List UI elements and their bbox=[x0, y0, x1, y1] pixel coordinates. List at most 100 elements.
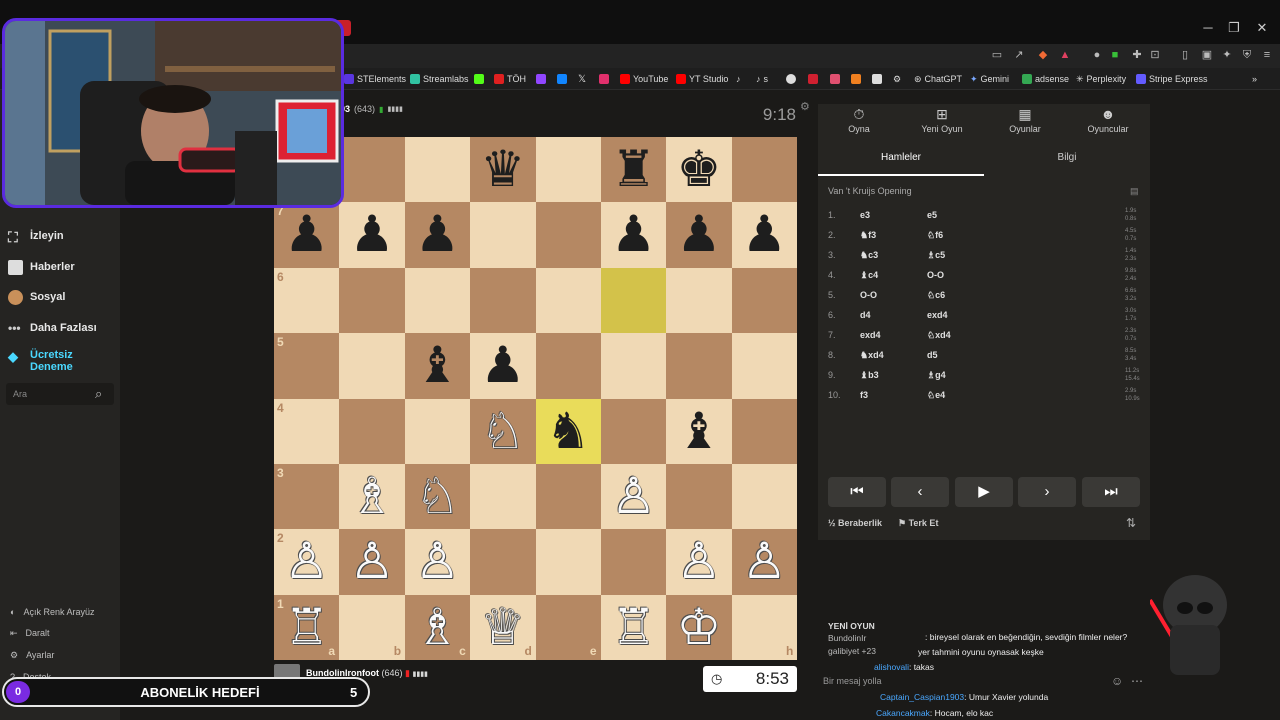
bookmark-stelements[interactable]: STElements bbox=[344, 72, 406, 86]
black-move[interactable]: ♘xd4 bbox=[927, 330, 951, 341]
menu-icon[interactable]: ≡ bbox=[1260, 48, 1274, 62]
bookmark-tiktok-s[interactable]: ♪ s bbox=[756, 72, 768, 86]
board-square[interactable] bbox=[731, 398, 798, 464]
board-square[interactable] bbox=[535, 137, 601, 203]
sidebar-settings[interactable]: ⚙ Ayarlar bbox=[10, 648, 54, 662]
white-move[interactable]: ♞xd4 bbox=[860, 350, 884, 361]
chess-piece[interactable]: ♟ bbox=[405, 202, 470, 267]
bookmark-pink[interactable] bbox=[830, 72, 840, 86]
bookmark-twitch[interactable] bbox=[536, 72, 546, 86]
sidebar-item-news[interactable]: Haberler bbox=[8, 258, 75, 276]
chess-piece[interactable]: ♝ bbox=[666, 399, 731, 464]
bookmark-link[interactable]: ⚙ bbox=[893, 72, 901, 86]
board-square[interactable] bbox=[535, 333, 601, 399]
chess-piece[interactable]: ♟ bbox=[470, 333, 535, 398]
chess-piece[interactable]: ♟ bbox=[339, 202, 404, 267]
black-move[interactable]: exd4 bbox=[927, 310, 948, 320]
board-square[interactable] bbox=[535, 529, 601, 595]
bookmarks-overflow-icon[interactable]: » bbox=[1252, 72, 1257, 86]
sidebar-theme-toggle[interactable]: ◐ Açık Renk Arayüz bbox=[10, 605, 94, 619]
search-icon[interactable]: ⌕ bbox=[95, 386, 102, 402]
chess-piece[interactable]: ♟ bbox=[601, 202, 666, 267]
bookmark-youtube[interactable]: YouTube bbox=[620, 72, 668, 86]
white-move[interactable]: ♞f3 bbox=[860, 230, 876, 241]
board-square[interactable] bbox=[339, 137, 405, 203]
board-square[interactable] bbox=[404, 398, 471, 464]
last-move-button[interactable]: ⏭ bbox=[1082, 477, 1140, 507]
chess-piece[interactable]: ♙ bbox=[601, 464, 666, 529]
minimize-icon[interactable]: ─ bbox=[1200, 20, 1216, 36]
leo-ai-icon[interactable]: ✦ bbox=[1220, 48, 1234, 62]
sidebar-toggle-icon[interactable]: ▯ bbox=[1178, 48, 1192, 62]
chess-piece[interactable]: ♙ bbox=[405, 529, 470, 594]
bookmark-amazon[interactable] bbox=[872, 72, 882, 86]
board-square[interactable] bbox=[339, 398, 405, 464]
bookmark-kick[interactable] bbox=[474, 72, 484, 86]
sidebar-collapse[interactable]: ⇤ Daralt bbox=[10, 626, 50, 640]
bookmark-streamlabs[interactable]: Streamlabs bbox=[410, 72, 469, 86]
chess-piece[interactable]: ♕ bbox=[470, 595, 535, 660]
prev-move-button[interactable]: ‹ bbox=[891, 477, 949, 507]
white-move[interactable]: ♝b3 bbox=[860, 370, 879, 381]
extension-box-icon[interactable]: ⊡ bbox=[1148, 48, 1162, 62]
chess-piece[interactable]: ♗ bbox=[339, 464, 404, 529]
board-square[interactable] bbox=[535, 463, 601, 530]
extension-green-icon[interactable]: ■ bbox=[1108, 48, 1122, 62]
play-button[interactable]: ▶ bbox=[955, 477, 1013, 507]
bookmark-stripe[interactable]: Stripe Express bbox=[1136, 72, 1208, 86]
extension-icon[interactable]: ● bbox=[1090, 48, 1104, 62]
board-square[interactable] bbox=[535, 202, 601, 268]
bookmark-threads[interactable] bbox=[786, 72, 796, 86]
chess-board[interactable]: 7 6 5 4 3 2 1 a b c d e h ♛ ♜ ♚ ♟ ♟ ♟ ♟ ♟ ♟ ♝ ♟ ♘ ♞ ♝ ♗ ♘ ♙ ♙ ♙ ♙ ♙ ♙ ♖ ♗ ♕ ♖ ♔ bbox=[274, 137, 798, 661]
tab-moves[interactable]: Hamleler bbox=[818, 152, 984, 176]
sidebar-item-watch[interactable]: ⛶ İzleyin bbox=[8, 227, 64, 245]
white-move[interactable]: ♞c3 bbox=[860, 250, 878, 261]
white-move[interactable]: d4 bbox=[860, 310, 871, 320]
sidebar-item-trial[interactable]: ◆ Ücretsiz Deneme bbox=[8, 349, 110, 373]
tab-players[interactable]: ☻ Oyuncular bbox=[1067, 106, 1149, 142]
board-square[interactable] bbox=[535, 267, 601, 334]
chess-piece[interactable]: ♙ bbox=[339, 529, 404, 594]
brave-shield-icon[interactable]: ◆ bbox=[1036, 48, 1050, 62]
bookmark-red[interactable] bbox=[808, 72, 818, 86]
bookmark-yt-studio[interactable]: YT Studio bbox=[676, 72, 728, 86]
wallet-icon[interactable]: ▣ bbox=[1200, 48, 1214, 62]
chess-piece[interactable]: ♗ bbox=[405, 595, 470, 660]
chess-piece[interactable]: ♘ bbox=[470, 399, 535, 464]
board-square[interactable] bbox=[470, 463, 536, 530]
board-square[interactable] bbox=[666, 463, 732, 530]
board-square[interactable] bbox=[470, 529, 536, 595]
chess-piece[interactable]: ♝ bbox=[405, 333, 470, 398]
chat-input[interactable]: Bir mesaj yolla bbox=[823, 676, 882, 686]
share-icon[interactable]: ↗ bbox=[1012, 48, 1026, 62]
black-move[interactable]: ♘c6 bbox=[927, 290, 945, 301]
chess-piece[interactable]: ♟ bbox=[732, 202, 797, 267]
board-square[interactable] bbox=[339, 333, 405, 399]
black-move[interactable]: e5 bbox=[927, 210, 937, 220]
chess-piece[interactable]: ♛ bbox=[470, 137, 535, 202]
chess-piece[interactable]: ♞ bbox=[536, 399, 601, 464]
white-move[interactable]: O-O bbox=[860, 290, 877, 300]
black-move[interactable]: ♘e4 bbox=[927, 390, 945, 401]
chess-piece[interactable]: ♙ bbox=[732, 529, 797, 594]
black-move[interactable]: ♘f6 bbox=[927, 230, 943, 241]
bookmark-chatgpt[interactable]: ⊛ ChatGPT bbox=[914, 72, 962, 86]
bookmark-gemini[interactable]: ✦ Gemini bbox=[970, 72, 1009, 86]
sidebar-item-social[interactable]: Sosyal bbox=[8, 288, 65, 306]
white-move[interactable]: ♝c4 bbox=[860, 270, 878, 281]
sidebar-item-more[interactable]: ••• Daha Fazlası bbox=[8, 319, 97, 337]
chess-piece[interactable]: ♖ bbox=[274, 595, 339, 660]
board-square[interactable] bbox=[600, 398, 667, 464]
black-move[interactable]: O-O bbox=[927, 270, 944, 280]
board-square[interactable] bbox=[470, 202, 536, 268]
screenshot-icon[interactable]: ▭ bbox=[990, 48, 1004, 62]
chess-piece[interactable]: ♖ bbox=[601, 595, 666, 660]
chess-piece[interactable]: ♙ bbox=[274, 529, 339, 594]
board-square[interactable] bbox=[600, 529, 667, 595]
draw-button[interactable]: ½ Beraberlik bbox=[828, 518, 882, 528]
board-square[interactable] bbox=[404, 137, 471, 203]
white-move[interactable]: exd4 bbox=[860, 330, 881, 340]
black-move[interactable]: ♗g4 bbox=[927, 370, 946, 381]
chess-piece[interactable]: ♔ bbox=[666, 595, 731, 660]
bookmark-adsense[interactable]: adsense bbox=[1022, 72, 1069, 86]
